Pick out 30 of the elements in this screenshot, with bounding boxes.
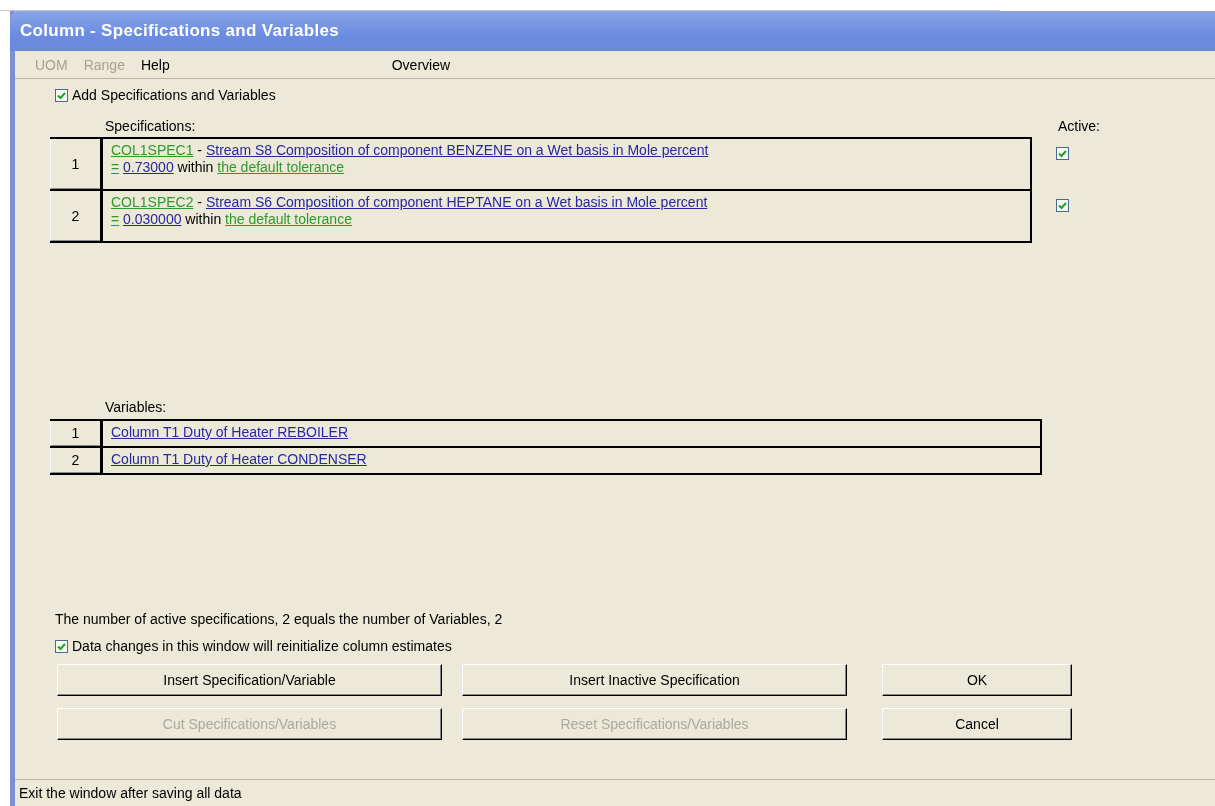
checkbox[interactable] xyxy=(55,639,68,653)
menu-item[interactable]: Help xyxy=(132,56,178,73)
checkbox[interactable] xyxy=(1055,147,1069,160)
spec-description-link[interactable]: Stream S6 Composition of component HEPTANE on a Wet basis in Mole percent xyxy=(205,194,708,210)
variable-link[interactable]: Column T1 Duty of Heater CONDENSER xyxy=(111,451,367,467)
spec-description-link[interactable]: Stream S8 Composition of component BENZENE on a Wet basis in Mole percent xyxy=(205,142,709,158)
menu-item[interactable]: Overview xyxy=(383,56,459,73)
row-number: 2 xyxy=(50,448,100,473)
specification-text: COL1SPEC2 - Stream S6 Composition of component HEPTANE on a Wet basis in Mole percent = 0.030000 within the default tolerance xyxy=(100,191,1032,241)
section-label: Specifications: xyxy=(105,118,196,134)
status-bar: Exit the window after saving all data xyxy=(15,779,1215,806)
dialog-button[interactable]: Insert Inactive Specification xyxy=(462,664,847,696)
value-link[interactable]: 0.030000 xyxy=(123,211,182,227)
window-title: Column - Specifications and Variables xyxy=(10,11,1215,51)
variable-link[interactable]: Column T1 Duty of Heater REBOILER xyxy=(111,424,349,440)
section-label: Variables: xyxy=(105,399,168,415)
dialog-button[interactable]: Insert Specification/Variable xyxy=(57,664,442,696)
row-number: 2 xyxy=(50,191,100,241)
row-number: 1 xyxy=(50,139,100,189)
value-link[interactable]: 0.73000 xyxy=(123,159,174,175)
dialog-button[interactable]: Cancel xyxy=(882,708,1072,740)
summary-text: The number of active specifications, 2 equals the number of Variables, 2 xyxy=(55,611,504,627)
checkbox[interactable] xyxy=(55,88,68,102)
checkbox[interactable] xyxy=(1055,199,1069,212)
dialog-button[interactable]: OK xyxy=(882,664,1072,696)
specification-text: COL1SPEC1 - Stream S8 Composition of component BENZENE on a Wet basis in Mole percent = 0.73000 within the default tolerance xyxy=(100,139,1032,189)
row-number: 1 xyxy=(50,421,100,446)
column-header: Active: xyxy=(1058,118,1100,134)
checkbox-label: Data changes in this window will reinitialize column estimates xyxy=(72,638,452,654)
checkbox-label: Add Specifications and Variables xyxy=(72,87,276,103)
